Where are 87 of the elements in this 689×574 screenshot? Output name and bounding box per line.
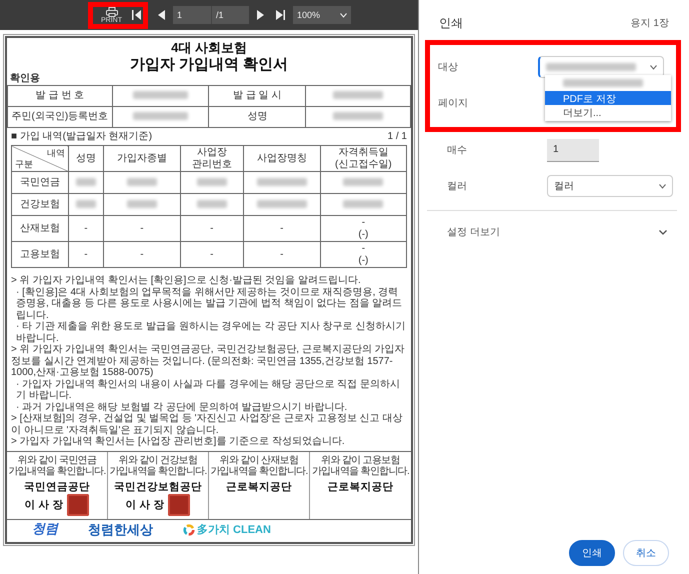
chevron-icon (340, 12, 347, 18)
note-text: > 위 가입자 가입내역 확인서는 [확인용]으로 신청·발급된 것임을 알려드립니다. (11, 275, 362, 287)
confirmation-text: 위와 같이 산재보험 가입내역을 확인합니다. (210, 454, 308, 478)
field-label: 대상 (438, 61, 459, 74)
confirmation-text: 위와 같이 건강보험 가입내역을 확인합니다. (109, 454, 207, 478)
note-text: > [산재보험]의 경우, 건설업 및 벌목업 등 '자진신고 사업장'은 근로자 고용정보 신고 대상이 아니므로 '자격취득일'은 표기되지 않습니다. (11, 413, 404, 436)
column-header: 성명 (68, 146, 104, 172)
more-settings-toggle[interactable]: 설정 더보기 (419, 211, 689, 239)
note-text: > 위 가입자 가입내역 확인서는 국민연금공단, 국민건강보험공단, 근로복지공단의 가입자 정보를 실시간 연계받아 제공하는 것입니다. (문의전화: 국민연금 1355,건강보험 1577-1000,산재·고용보험 1588-0075) (11, 344, 406, 379)
redacted-text (76, 178, 96, 186)
chevron-icon (650, 64, 657, 70)
column-header: 사업장 관리번호 (180, 146, 244, 172)
menu-item[interactable]: PDF로 저장 (545, 91, 671, 105)
table-cell: - (68, 242, 104, 268)
field-label: 주민(외국인)등록번호 (8, 106, 112, 128)
page-count: 1 / 1 (388, 130, 407, 142)
confirmation-text: 위와 같이 고용보험 가입내역을 확인합니다. (312, 454, 410, 478)
note-text: > 가입자 가입내역 확인서는 [사업장 관리번호]를 기준으로 작성되었습니다. (11, 436, 346, 448)
field-label: 발 급 번 호 (8, 85, 112, 106)
page-total: /1 (211, 6, 249, 24)
column-header: 자격취득일 (신고접수일) (320, 146, 406, 172)
field-label: 성명 (208, 106, 306, 128)
issuer-name: 국민건강보험공단 (114, 480, 202, 493)
issuer-title: 이 사 장 (126, 498, 164, 511)
table-cell: - (68, 216, 104, 242)
menu-item[interactable]: 더보기... (545, 105, 671, 119)
confirmation-text: 위와 같이 국민연금 가입내역을 확인합니다. (8, 454, 106, 478)
row-header: 산재보험 (12, 216, 68, 242)
row-header: 국민연금 (12, 172, 68, 194)
purpose-label: 확인용 (9, 73, 40, 85)
field-label: 매수 (447, 144, 468, 157)
note-text: · 가입자 가입내역 확인서의 내용이 사실과 다를 경우에는 해당 공단으로 직접 문의하시기 바랍니다. (15, 378, 401, 402)
document-title: 가입자 가입내역 확인서 (128, 56, 290, 74)
redacted-text (126, 178, 157, 186)
table-cell: - (-) (320, 216, 406, 242)
field-label: 컬러 (447, 180, 468, 193)
chevron-icon (659, 230, 667, 234)
issuer-name: 국민연금공단 (24, 480, 90, 493)
table-cell: - (243, 242, 320, 268)
redacted-text (343, 200, 384, 208)
sheet-count: 용지 1장 (630, 17, 669, 30)
redacted-text (333, 91, 384, 100)
redacted-text (256, 200, 307, 208)
redacted-text (126, 200, 157, 208)
row-header: 건강보험 (12, 194, 68, 216)
cancel-button[interactable]: 취소 (623, 540, 669, 566)
document-title: 4대 사회보험 (170, 41, 248, 56)
table-cell: - (180, 216, 244, 242)
issuer-title: 이 사 장 (24, 498, 64, 511)
issuer-name: 근로복지공단 (226, 480, 292, 493)
row-header: 고용보험 (12, 242, 68, 268)
column-header: 내역 (47, 148, 65, 159)
table-cell: - (243, 216, 320, 242)
section-title: ■ 가입 내역(발급일자 현재기준) (11, 130, 152, 142)
issuer-name: 근로복지공단 (328, 480, 394, 493)
column-header: 가입자종별 (103, 146, 180, 172)
column-header: 사업장명칭 (243, 146, 320, 172)
print-icon (106, 6, 118, 16)
redacted-text (196, 200, 227, 208)
redacted-text (133, 112, 188, 120)
chevron-icon (659, 184, 666, 188)
first-page-button[interactable] (130, 10, 143, 20)
page-number-field[interactable]: 1 (173, 6, 211, 24)
table-cell: - (103, 216, 180, 242)
last-page-button[interactable] (274, 10, 287, 20)
zoom-select[interactable]: 100% (293, 6, 351, 24)
redacted-text (76, 200, 96, 208)
logo: 多가치 CLEAN (183, 524, 271, 537)
logo: 청렴 (32, 522, 58, 538)
note-text: · 과거 가입내역은 해당 보험별 각 공단에 문의하여 발급받으시기 바랍니다. (15, 402, 348, 414)
redacted-text (333, 112, 384, 120)
table-cell: - (180, 242, 244, 268)
logo: 청렴한세상 (88, 522, 153, 538)
field-label: 발 급 일 시 (208, 85, 306, 106)
color-select[interactable]: 컬러 (547, 175, 673, 197)
table-cell: - (103, 242, 180, 268)
dialog-title: 인쇄 (439, 14, 463, 32)
note-text: · [확인용]은 4대 사회보험의 업무목적을 위해서만 제공하는 것이므로 재직증명용, 경력증명용, 대출용 등 다른 용도로 사용시에는 발급 기관에 법적 책임이 없다는 점을 알려드립니다. (15, 286, 404, 321)
table-cell: - (-) (320, 242, 406, 268)
field-label: 페이지 (438, 97, 469, 110)
print-button[interactable]: 인쇄 (569, 540, 615, 566)
note-text: · 타 기관 제출을 위한 용도로 발급을 원하시는 경우에는 각 공단 지사 창구로 신청하시기 바랍니다. (15, 321, 406, 344)
row-header: 구분 (15, 158, 34, 170)
redacted-text (133, 91, 188, 100)
redacted-text (256, 178, 307, 186)
redacted-text (196, 178, 227, 186)
redacted-text (343, 178, 384, 186)
